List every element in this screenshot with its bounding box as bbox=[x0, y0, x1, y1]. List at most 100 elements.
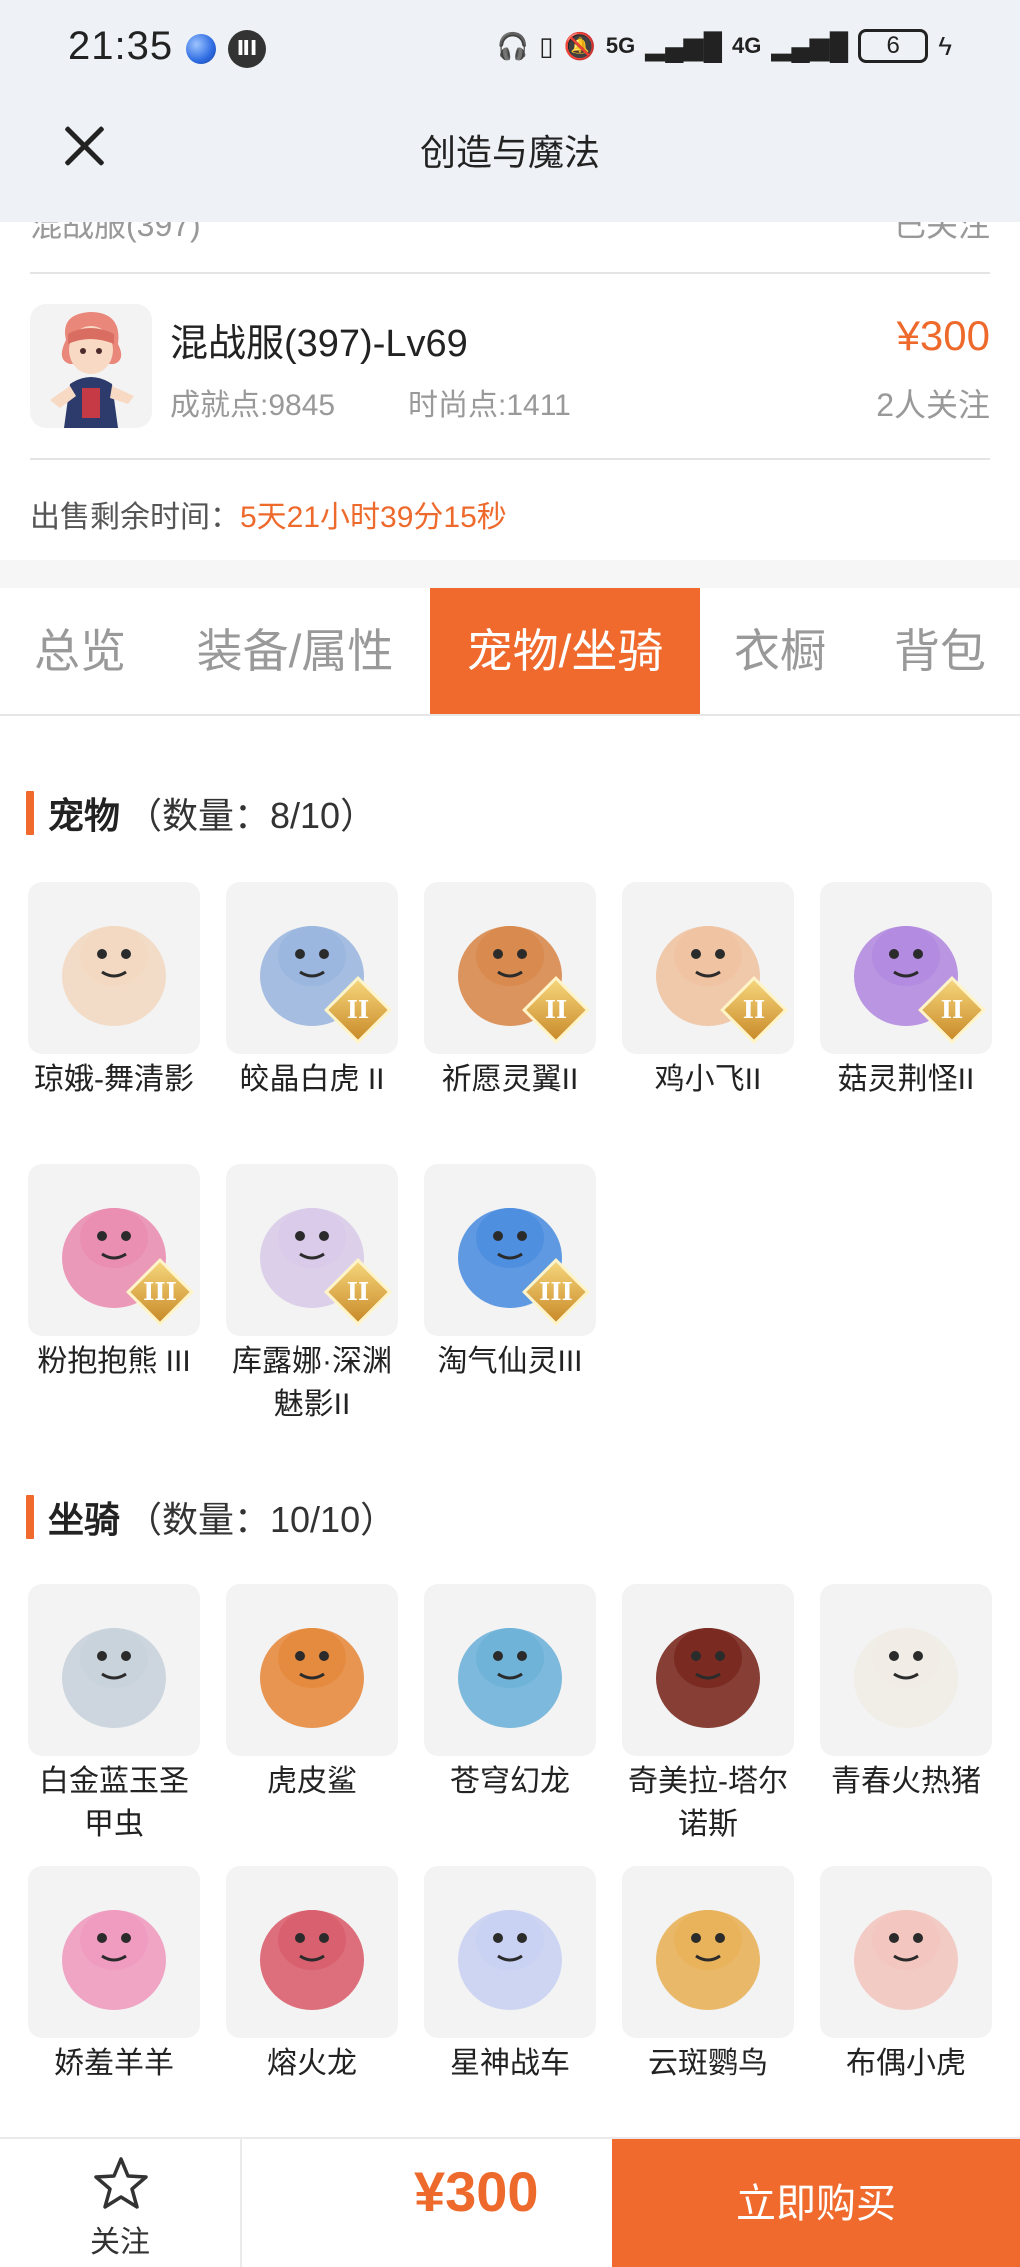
pink-bear-icon: III bbox=[28, 1164, 200, 1336]
portrait-art bbox=[260, 1910, 364, 2010]
detail-tabs: 总览 装备/属性 宠物/坐骑 衣橱 背包 bbox=[0, 588, 1020, 716]
item-name: 青春火热猪 bbox=[831, 1765, 981, 1798]
follow-button[interactable]: 关注 bbox=[0, 2139, 242, 2267]
mount-item[interactable]: 苍穹幻龙 bbox=[424, 1584, 596, 1803]
top-bar: 21:35 ⅡⅠ 🎧 ▯ 🔕 5G ▂▄▆█ 4G ▂▄▆█ 6 ϟ 创造与魔法 bbox=[0, 0, 1020, 222]
mounts-section-title: 坐骑 （数量：10/10） bbox=[26, 1492, 396, 1542]
portrait-art bbox=[656, 1628, 760, 1728]
tab-equipment[interactable]: 装备/属性 bbox=[170, 588, 420, 714]
scrolled-previous-row: 混战服(397) 已关注 bbox=[30, 222, 990, 274]
status-time: 21:35 bbox=[68, 24, 174, 68]
section-accent-bar bbox=[26, 1495, 34, 1539]
tab-backpack[interactable]: 背包 bbox=[860, 588, 1020, 714]
tab-overview[interactable]: 总览 bbox=[0, 588, 160, 714]
rank-badge-label: II bbox=[742, 995, 766, 1024]
follower-count: 2人关注 bbox=[876, 387, 990, 423]
mount-item[interactable]: 熔火龙 bbox=[226, 1866, 398, 2085]
portrait-art bbox=[656, 1910, 760, 2010]
mount-item[interactable]: 青春火热猪 bbox=[820, 1584, 992, 1803]
portrait-art bbox=[260, 1628, 364, 1728]
listing-card[interactable]: 混战服(397)-Lv69 成就点:9845 时尚点:1411 ¥300 2人关… bbox=[30, 276, 990, 460]
mounts-count: （数量：10/10） bbox=[126, 1499, 397, 1540]
fashion-points: 时尚点:1411 bbox=[408, 389, 571, 422]
mount-item[interactable]: 云斑鹦鸟 bbox=[622, 1866, 794, 2085]
rank-badge-label: II bbox=[940, 995, 964, 1024]
sale-remaining-time: 出售剩余时间：5天21小时39分15秒 bbox=[30, 492, 507, 536]
page-title: 创造与魔法 bbox=[419, 132, 600, 173]
white-tiger-icon: II bbox=[226, 882, 398, 1054]
vibrate-icon: ▯ bbox=[539, 30, 554, 61]
pet-item[interactable]: 琼娥-舞清影 bbox=[28, 882, 200, 1101]
portrait-art bbox=[62, 1910, 166, 2010]
portrait-art bbox=[854, 1628, 958, 1728]
app-notification-icon bbox=[186, 34, 216, 64]
bottom-price: ¥300 bbox=[414, 2160, 539, 2223]
character-avatar bbox=[30, 304, 152, 428]
listing-price: ¥300 bbox=[896, 312, 990, 359]
item-name: 琼娥-舞清影 bbox=[34, 1063, 194, 1096]
mushroom-sprite-icon: II bbox=[820, 882, 992, 1054]
dancer-girl-icon bbox=[28, 882, 200, 1054]
mounts-title: 坐骑 bbox=[48, 1499, 121, 1540]
mount-item[interactable]: 虎皮鲨 bbox=[226, 1584, 398, 1803]
mute-icon: 🔕 bbox=[563, 30, 596, 61]
pig-icon bbox=[820, 1584, 992, 1756]
rank-badge-label: II bbox=[346, 1277, 370, 1306]
item-name: 苍穹幻龙 bbox=[450, 1765, 570, 1798]
mount-item[interactable]: 奇美拉-塔尔诺斯 bbox=[622, 1584, 794, 1846]
status-bar: 21:35 ⅡⅠ 🎧 ▯ 🔕 5G ▂▄▆█ 4G ▂▄▆█ 6 ϟ bbox=[0, 0, 1020, 96]
pet-item[interactable]: II 祈愿灵翼II bbox=[424, 882, 596, 1101]
bottom-action-bar: 关注 ¥300 立即购买 bbox=[0, 2137, 1020, 2267]
rank-badge-label: III bbox=[143, 1277, 177, 1306]
rank-badge-label: III bbox=[539, 1277, 573, 1306]
server-name: 混战服(397)-Lv69 bbox=[170, 323, 468, 365]
item-name: 云斑鹦鸟 bbox=[648, 2047, 768, 2080]
pets-title: 宠物 bbox=[48, 795, 121, 836]
item-name: 布偶小虎 bbox=[846, 2047, 966, 2080]
pet-item[interactable]: III 淘气仙灵III bbox=[424, 1164, 596, 1383]
pet-item[interactable]: II 菇灵荆怪II bbox=[820, 882, 992, 1101]
sky-dragon-icon bbox=[424, 1584, 596, 1756]
sheep-icon bbox=[28, 1866, 200, 2038]
rank-badge-label: II bbox=[346, 995, 370, 1024]
item-name: 娇羞羊羊 bbox=[54, 2047, 174, 2080]
star-icon bbox=[94, 2157, 148, 2209]
item-name: 粉抱抱熊 III bbox=[37, 1345, 191, 1378]
item-name: 库露娜·深渊魅影II bbox=[232, 1345, 392, 1421]
charging-icon: ϟ bbox=[938, 30, 952, 61]
signal-bars-icon-2: ▂▄▆█ bbox=[771, 30, 849, 61]
pet-item[interactable]: II 皎晶白虎 II bbox=[226, 882, 398, 1101]
pet-item[interactable]: III 粉抱抱熊 III bbox=[28, 1164, 200, 1383]
remaining-time-value: 5天21小时39分15秒 bbox=[240, 501, 507, 534]
section-divider bbox=[0, 560, 1020, 588]
pet-item[interactable]: II 库露娜·深渊魅影II bbox=[226, 1164, 398, 1426]
pet-item[interactable]: II 鸡小飞II bbox=[622, 882, 794, 1101]
abyss-girl-icon: II bbox=[226, 1164, 398, 1336]
item-name: 皎晶白虎 II bbox=[239, 1063, 385, 1096]
signal-bars-icon: ▂▄▆█ bbox=[645, 30, 723, 61]
buy-now-button[interactable]: 立即购买 bbox=[612, 2139, 1020, 2267]
item-name: 奇美拉-塔尔诺斯 bbox=[628, 1765, 788, 1841]
mount-item[interactable]: 娇羞羊羊 bbox=[28, 1866, 200, 2085]
portrait-art bbox=[62, 1628, 166, 1728]
mount-item[interactable]: 白金蓝玉圣甲虫 bbox=[28, 1584, 200, 1846]
signal-4g-icon: 4G bbox=[732, 33, 762, 58]
mount-item[interactable]: 布偶小虎 bbox=[820, 1866, 992, 2085]
chick-icon: II bbox=[622, 882, 794, 1054]
parrot-icon bbox=[622, 1866, 794, 2038]
tab-wardrobe[interactable]: 衣橱 bbox=[712, 588, 848, 714]
tab-pets-mounts[interactable]: 宠物/坐骑 bbox=[430, 588, 700, 714]
mount-item[interactable]: 星神战车 bbox=[424, 1866, 596, 2085]
spirit-bird-icon: II bbox=[424, 882, 596, 1054]
achievement-points: 成就点:9845 bbox=[170, 389, 336, 422]
page-header: 创造与魔法 bbox=[0, 96, 1020, 222]
toy-tiger-icon bbox=[820, 1866, 992, 2038]
battery-icon: 6 bbox=[858, 29, 929, 63]
activity-notification-icon: ⅡⅠ bbox=[228, 30, 266, 68]
chimera-icon bbox=[622, 1584, 794, 1756]
item-name: 熔火龙 bbox=[267, 2047, 357, 2080]
headphone-icon: 🎧 bbox=[496, 30, 530, 61]
pets-section-title: 宠物 （数量：8/10） bbox=[26, 788, 376, 838]
item-name: 白金蓝玉圣甲虫 bbox=[39, 1765, 189, 1841]
follow-label: 关注 bbox=[90, 2226, 150, 2259]
